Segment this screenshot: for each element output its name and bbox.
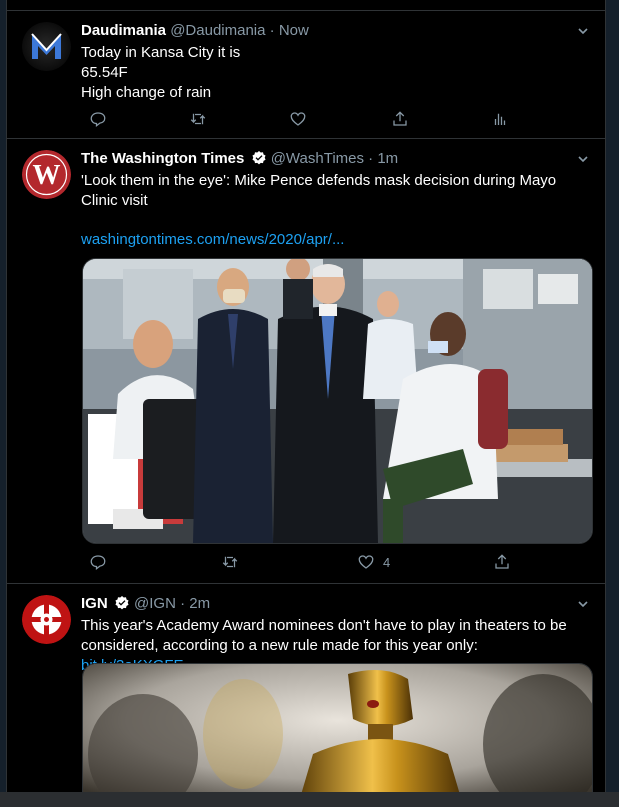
timestamp[interactable]: 2m: [189, 595, 210, 612]
analytics-icon: [494, 113, 506, 125]
reply-button[interactable]: [89, 110, 107, 128]
separator-dot: ·: [269, 22, 275, 39]
share-icon: [495, 554, 509, 569]
tweet-text-body: This year's Academy Award nominees don't…: [81, 617, 567, 654]
share-button[interactable]: [493, 553, 511, 571]
ign-logo-icon: [22, 595, 71, 644]
timeline: Daudimania @Daudimania · Now Today in Ka…: [6, 0, 606, 792]
author-name[interactable]: Daudimania: [81, 22, 166, 39]
tweet-actions: 4: [81, 553, 571, 575]
chevron-down-icon[interactable]: [577, 25, 589, 37]
tweet-line: Today in Kansa City it is: [81, 44, 241, 61]
verified-badge-icon: [251, 151, 266, 165]
oscar-statue-image: [83, 664, 592, 792]
timestamp[interactable]: 1m: [377, 150, 398, 167]
tweet-header: Daudimania @Daudimania · Now: [81, 22, 309, 39]
reply-icon: [90, 555, 106, 571]
window-bottom-bar: [0, 792, 619, 807]
tweet-actions: [81, 110, 571, 132]
avatar[interactable]: W: [22, 150, 71, 199]
tweet-link[interactable]: washingtontimes.com/news/2020/apr/...: [81, 230, 571, 250]
retweet-icon: [190, 113, 206, 125]
like-button[interactable]: [289, 110, 307, 128]
author-handle[interactable]: @IGN: [134, 595, 176, 612]
tweet-photo[interactable]: [82, 258, 593, 544]
heart-icon: [290, 112, 306, 126]
like-button[interactable]: 4: [357, 553, 390, 571]
share-button[interactable]: [391, 110, 409, 128]
retweet-button[interactable]: [189, 110, 207, 128]
author-name[interactable]: The Washington Times: [81, 150, 244, 167]
tweet-header: IGN @IGN · 2m: [81, 595, 210, 612]
washington-times-w-logo-icon: W: [22, 150, 71, 199]
lab-photo-image: [83, 259, 592, 543]
svg-text:W: W: [33, 160, 61, 191]
avatar[interactable]: [22, 22, 71, 71]
like-count: 4: [383, 554, 391, 570]
tweet-photo[interactable]: [82, 663, 593, 792]
verified-badge-icon: [115, 596, 129, 610]
timestamp[interactable]: Now: [279, 22, 309, 39]
analytics-button[interactable]: [491, 110, 509, 128]
tweet-text: Today in Kansa City it is 65.54F High ch…: [81, 43, 571, 103]
share-icon: [393, 111, 407, 126]
tweet-washington-times[interactable]: W The Washington Times @WashTimes · 1m '…: [7, 139, 605, 584]
retweet-icon: [222, 556, 238, 568]
tweet-text: 'Look them in the eye': Mike Pence defen…: [81, 172, 557, 209]
timeline-top-divider: [7, 0, 605, 11]
author-handle[interactable]: @Daudimania: [170, 22, 265, 39]
m-logo-icon: [22, 22, 71, 71]
tweet-ign[interactable]: IGN @IGN · 2m This year's Academy Award …: [7, 584, 605, 792]
author-handle[interactable]: @WashTimes: [271, 150, 364, 167]
chevron-down-icon[interactable]: [577, 153, 589, 165]
tweet-line: 65.54F: [81, 64, 128, 81]
chevron-down-icon[interactable]: [577, 598, 589, 610]
tweet-line: High change of rain: [81, 84, 212, 101]
avatar[interactable]: [22, 595, 71, 644]
heart-icon: [358, 555, 374, 569]
tweet-header: The Washington Times @WashTimes · 1m: [81, 150, 398, 167]
reply-button[interactable]: [89, 553, 107, 571]
tweet-daudimania[interactable]: Daudimania @Daudimania · Now Today in Ka…: [7, 11, 605, 139]
retweet-button[interactable]: [221, 553, 239, 571]
separator-dot: ·: [368, 150, 374, 167]
author-name[interactable]: IGN: [81, 595, 108, 612]
separator-dot: ·: [180, 595, 186, 612]
reply-icon: [90, 112, 106, 128]
